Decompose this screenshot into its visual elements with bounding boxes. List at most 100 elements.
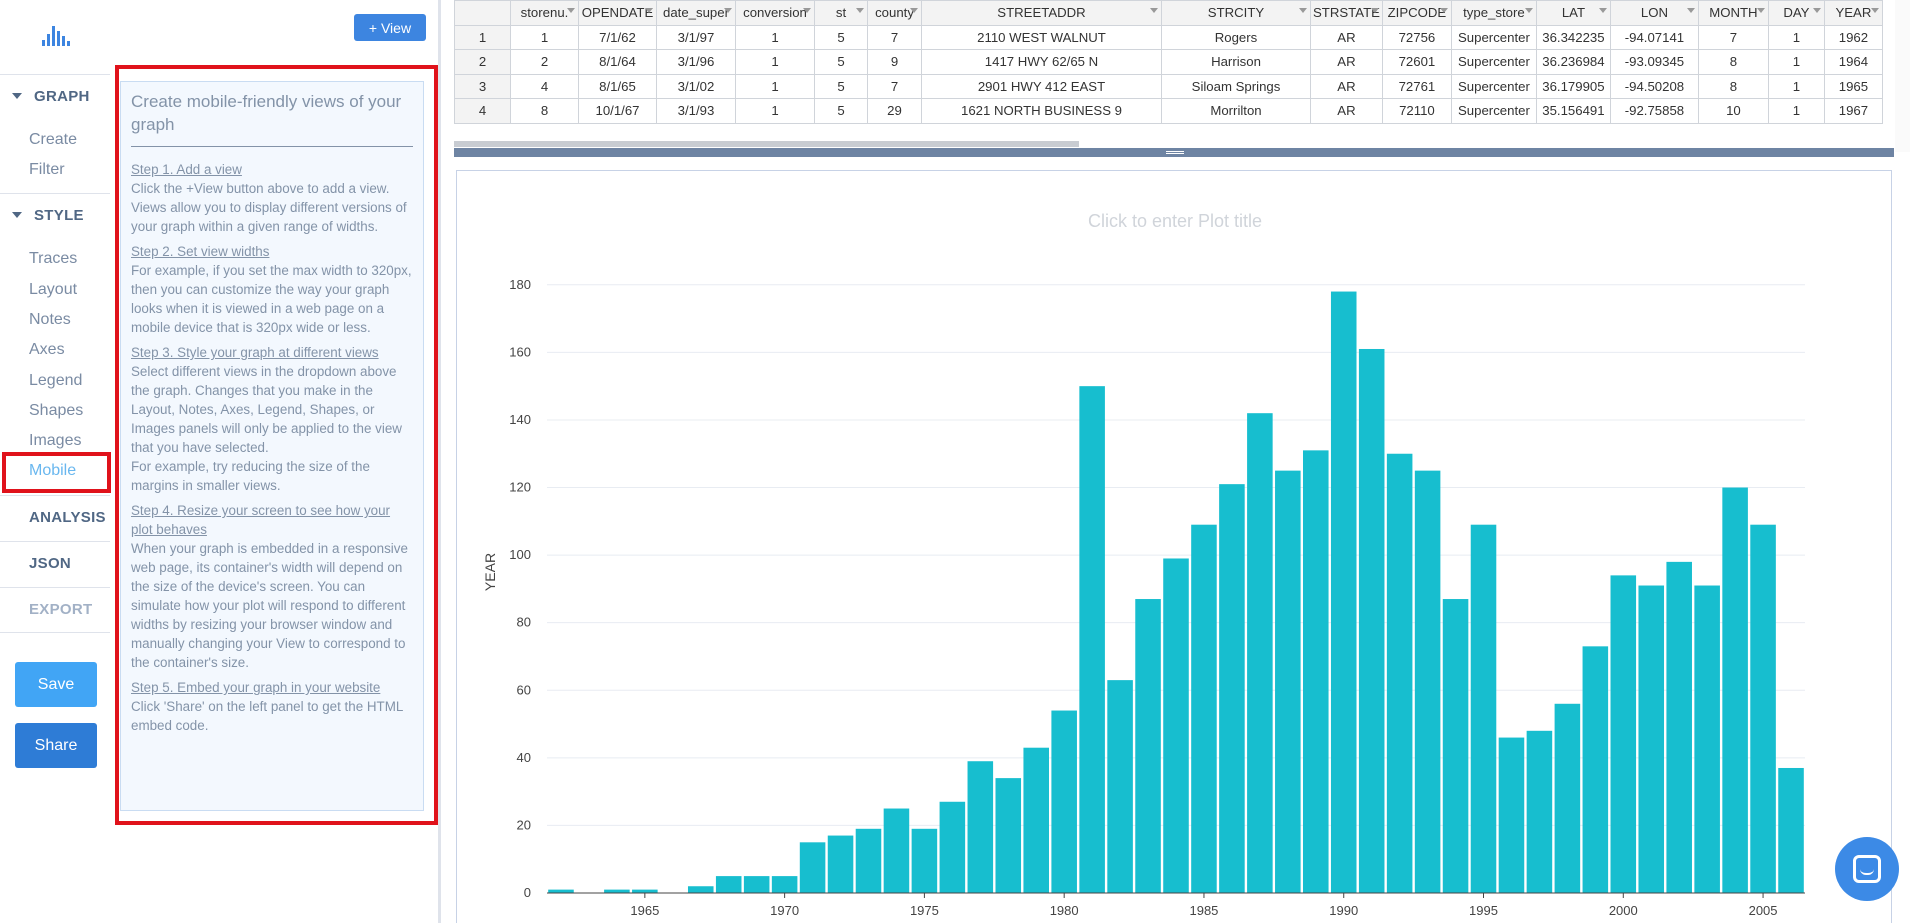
column-header[interactable]: storenu. xyxy=(510,0,579,26)
bar[interactable] xyxy=(995,778,1022,893)
bar[interactable] xyxy=(911,828,938,893)
table-cell[interactable]: 1962 xyxy=(1823,24,1883,50)
bar[interactable] xyxy=(855,828,882,893)
table-cell[interactable]: 1 xyxy=(735,98,815,124)
sort-arrow-icon[interactable] xyxy=(1598,8,1607,13)
column-header[interactable]: date_super xyxy=(656,0,736,26)
row-number-cell[interactable]: 3 xyxy=(454,73,511,99)
table-cell[interactable]: -94.07141 xyxy=(1609,24,1699,50)
row-number-cell[interactable]: 4 xyxy=(454,98,511,124)
nav-section-graph[interactable]: GRAPH xyxy=(0,74,110,118)
bar[interactable] xyxy=(1386,453,1413,893)
table-cell[interactable]: 3/1/96 xyxy=(656,49,736,75)
bar[interactable] xyxy=(1638,585,1665,893)
table-cell[interactable]: 4 xyxy=(510,73,579,99)
save-button[interactable]: Save xyxy=(15,662,97,707)
sort-arrow-icon[interactable] xyxy=(1756,8,1765,13)
table-cell[interactable]: 2 xyxy=(510,49,579,75)
table-cell[interactable]: 3/1/93 xyxy=(656,98,736,124)
sort-arrow-icon[interactable] xyxy=(1686,8,1695,13)
bar[interactable] xyxy=(1051,710,1077,893)
bar[interactable] xyxy=(1582,646,1609,893)
table-cell[interactable]: 10 xyxy=(1697,98,1769,124)
sort-arrow-icon[interactable] xyxy=(645,8,653,13)
bar[interactable] xyxy=(1666,561,1692,893)
column-header[interactable]: county xyxy=(867,0,922,26)
column-header[interactable]: type_store xyxy=(1450,0,1537,26)
table-cell[interactable]: 8/1/64 xyxy=(578,49,657,75)
splitter-grip-icon[interactable] xyxy=(1166,151,1184,154)
bar[interactable] xyxy=(715,876,742,893)
table-cell[interactable]: 29 xyxy=(867,98,922,124)
table-cell[interactable]: 36.179905 xyxy=(1535,73,1611,99)
bar[interactable] xyxy=(1303,450,1329,893)
table-cell[interactable]: Supercenter xyxy=(1450,49,1537,75)
sort-arrow-icon[interactable] xyxy=(1870,8,1879,13)
table-cell[interactable]: 36.236984 xyxy=(1535,49,1611,75)
table-cell[interactable]: 2901 HWY 412 EAST xyxy=(921,73,1162,99)
table-cell[interactable]: 3/1/02 xyxy=(656,73,736,99)
sort-arrow-icon[interactable] xyxy=(567,8,575,13)
nav-item-shapes[interactable]: Shapes xyxy=(29,402,83,420)
sort-arrow-icon[interactable] xyxy=(1370,8,1379,13)
bar[interactable] xyxy=(1275,470,1301,893)
nav-item-layout[interactable]: Layout xyxy=(29,281,77,299)
column-header[interactable]: conversion xyxy=(735,0,815,26)
bar[interactable] xyxy=(1191,524,1217,893)
table-cell[interactable]: 5 xyxy=(814,24,868,50)
sort-arrow-icon[interactable] xyxy=(910,8,918,13)
table-cell[interactable]: 1 xyxy=(735,73,815,99)
bar[interactable] xyxy=(1722,487,1748,893)
table-cell[interactable]: 1417 HWY 62/65 N xyxy=(921,49,1162,75)
bar[interactable] xyxy=(1219,484,1245,893)
bar-chart[interactable]: 0 20 40 60 80 100 120 140 160 180 1965 1970 1975 1980… xyxy=(457,171,1891,924)
table-cell[interactable]: 1 xyxy=(735,24,815,50)
sort-arrow-icon[interactable] xyxy=(724,8,732,13)
table-cell[interactable]: 7 xyxy=(867,73,922,99)
bar[interactable] xyxy=(799,842,826,893)
column-header[interactable]: STREETADDR xyxy=(921,0,1162,26)
add-view-button[interactable]: + View xyxy=(354,14,426,41)
table-cell[interactable]: 72761 xyxy=(1381,73,1452,99)
bar[interactable] xyxy=(1498,737,1525,893)
bar[interactable] xyxy=(939,801,966,893)
nav-item-legend[interactable]: Legend xyxy=(29,372,82,390)
bar[interactable] xyxy=(883,808,910,893)
table-cell[interactable]: 1 xyxy=(1767,49,1825,75)
table-cell[interactable]: Supercenter xyxy=(1450,24,1537,50)
table-cell[interactable]: 8 xyxy=(1697,73,1769,99)
bar[interactable] xyxy=(1442,599,1469,893)
grid-vertical-scrollbar[interactable] xyxy=(1895,0,1910,152)
bar[interactable] xyxy=(1750,524,1776,893)
column-header[interactable]: LAT xyxy=(1535,0,1611,26)
column-header[interactable]: OPENDATE xyxy=(578,0,657,26)
table-cell[interactable]: Morrilton xyxy=(1161,98,1311,124)
table-cell[interactable]: 3/1/97 xyxy=(656,24,736,50)
sort-arrow-icon[interactable] xyxy=(1299,8,1307,13)
bar[interactable] xyxy=(548,889,574,893)
column-header[interactable]: STRCITY xyxy=(1161,0,1311,26)
bar[interactable] xyxy=(827,835,854,893)
table-cell[interactable]: 5 xyxy=(814,73,868,99)
nav-section-style[interactable]: STYLE xyxy=(0,193,110,237)
bar[interactable] xyxy=(771,876,798,893)
table-cell[interactable]: 7/1/62 xyxy=(578,24,657,50)
nav-item-axes[interactable]: Axes xyxy=(29,341,65,359)
nav-item-create[interactable]: Create xyxy=(29,131,77,149)
column-header[interactable]: DAY xyxy=(1767,0,1825,26)
bar[interactable] xyxy=(1135,599,1161,893)
nav-item-images[interactable]: Images xyxy=(29,432,81,450)
bar[interactable] xyxy=(1526,730,1553,893)
table-cell[interactable]: 7 xyxy=(1697,24,1769,50)
column-header[interactable]: STRSTATE xyxy=(1310,0,1383,26)
column-header[interactable]: LON xyxy=(1609,0,1699,26)
table-cell[interactable]: AR xyxy=(1310,98,1383,124)
sort-arrow-icon[interactable] xyxy=(856,8,864,13)
table-cell[interactable]: 1621 NORTH BUSINESS 9 xyxy=(921,98,1162,124)
table-cell[interactable]: 8 xyxy=(1697,49,1769,75)
bar[interactable] xyxy=(1163,558,1189,893)
table-cell[interactable]: 72601 xyxy=(1381,49,1452,75)
bar[interactable] xyxy=(1778,767,1804,893)
table-cell[interactable]: 8/1/65 xyxy=(578,73,657,99)
table-cell[interactable]: Harrison xyxy=(1161,49,1311,75)
